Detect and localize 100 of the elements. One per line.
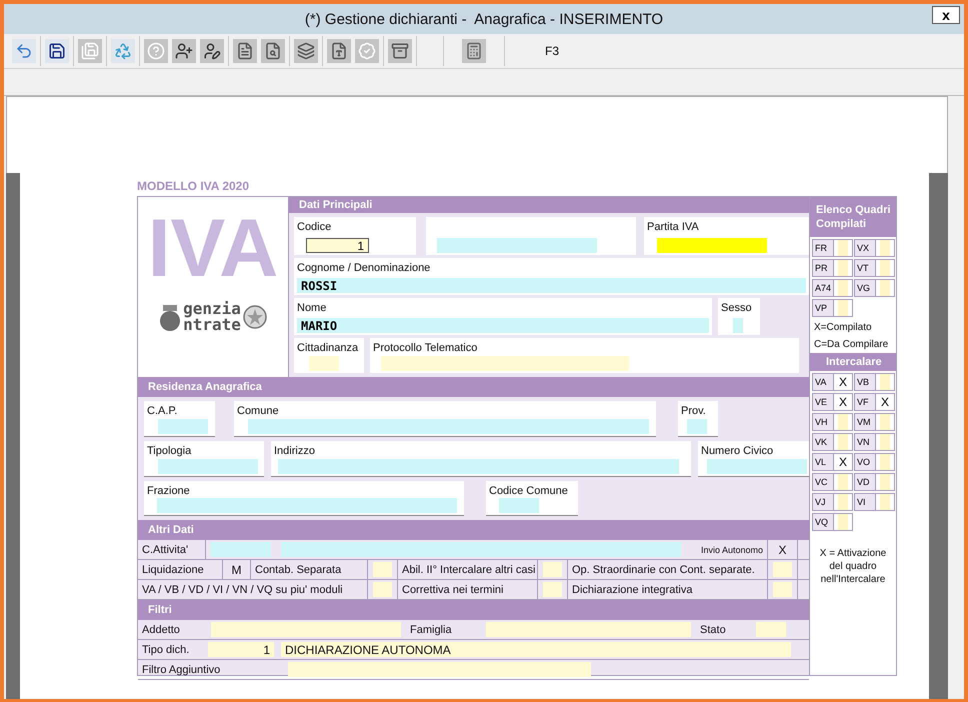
toolbar-button[interactable] <box>233 39 257 63</box>
legend-text: X=Compilato <box>813 321 873 335</box>
quadro-code: VI <box>855 494 876 510</box>
calculator-icon <box>465 42 483 60</box>
row-label: Contab. Separata <box>255 564 342 576</box>
quadro-code: VK <box>813 434 834 450</box>
field-label: Codice <box>297 220 332 234</box>
quadro-code: VL <box>813 454 834 470</box>
input-field[interactable] <box>773 562 792 577</box>
toolbar-button[interactable] <box>388 39 412 63</box>
row-label: Invio Autonomo <box>700 544 763 554</box>
field-label: Nome <box>297 301 328 315</box>
input-field[interactable] <box>773 582 792 597</box>
section-header: Residenza Anagrafica <box>138 377 809 397</box>
toolbar-button[interactable] <box>172 39 196 63</box>
input-field[interactable] <box>281 542 681 557</box>
input-field[interactable] <box>373 582 392 597</box>
input-field[interactable] <box>373 562 392 577</box>
input-field[interactable] <box>157 498 457 513</box>
quadro-code: FR <box>813 240 834 256</box>
quadro-code: VF <box>855 394 876 410</box>
input-field[interactable] <box>687 419 707 434</box>
toolbar-button[interactable] <box>261 39 285 63</box>
document-icon <box>236 42 254 60</box>
input-field[interactable]: 1 <box>306 238 369 253</box>
emblem-icon <box>159 302 182 332</box>
quadro-code: VE <box>813 394 834 410</box>
field-label: Sesso <box>721 301 753 315</box>
field-label: Cittadinanza <box>297 341 360 355</box>
quadro-code: VH <box>813 414 834 430</box>
row-label: Stato <box>700 624 726 636</box>
input-field[interactable] <box>288 662 591 677</box>
layers-icon <box>297 42 315 60</box>
save-icon <box>48 42 66 60</box>
input-field[interactable]: 1 <box>208 642 274 657</box>
row-label: C.Attivita' <box>142 544 188 556</box>
logo-text: ntrate <box>183 317 241 333</box>
section-header: Altri Dati <box>138 520 809 540</box>
row-label: VA / VB / VD / VI / VN / VQ su piu' moduli <box>142 584 343 596</box>
person-edit-icon <box>203 42 221 60</box>
legend-text: C=Da Compilare <box>813 338 890 352</box>
input-field[interactable]: M <box>225 562 248 577</box>
quadro-code: VC <box>813 474 834 490</box>
quadro-code: VG <box>855 280 876 296</box>
row-label: Op. Straordinarie con Cont. separate. <box>572 564 755 576</box>
input-field[interactable] <box>211 542 271 557</box>
input-field[interactable] <box>543 582 562 597</box>
input-field[interactable] <box>733 318 743 333</box>
quadro-code: PR <box>813 260 834 276</box>
input-field[interactable] <box>657 238 767 253</box>
quadro-code: A74 <box>813 280 834 296</box>
field-label: C.A.P. <box>147 404 178 418</box>
input-field[interactable] <box>486 622 691 637</box>
input-field[interactable] <box>248 419 649 434</box>
input-field[interactable]: MARIO <box>297 318 709 333</box>
input-field[interactable] <box>756 622 786 637</box>
toolbar-button[interactable] <box>45 39 69 63</box>
input-field[interactable] <box>309 356 339 371</box>
input-field[interactable] <box>437 238 597 253</box>
close-button[interactable]: x <box>932 6 960 24</box>
row-label: Famiglia <box>410 624 452 636</box>
quadro-code: VJ <box>813 494 834 510</box>
toolbar-button[interactable] <box>294 39 318 63</box>
field-label: Indirizzo <box>274 444 316 458</box>
input-field[interactable] <box>158 459 258 474</box>
recycle-bin-icon <box>114 42 132 60</box>
person-add-icon <box>175 42 193 60</box>
window-title: (*) Gestione dichiaranti - Anagrafica - INSERIMENTO <box>304 10 664 28</box>
input-field[interactable] <box>211 622 401 637</box>
field-label: Partita IVA <box>647 220 700 234</box>
input-field[interactable] <box>278 459 679 474</box>
input-field[interactable]: DICHIARAZIONE AUTONOMA <box>281 642 791 657</box>
input-field[interactable] <box>381 356 629 371</box>
input-field[interactable] <box>707 459 807 474</box>
row-label: Dichiarazione integrativa <box>572 584 692 596</box>
panel-header: Elenco Quadri Compilati <box>810 197 896 237</box>
input-field[interactable] <box>499 498 539 513</box>
toolbar-button[interactable] <box>327 39 351 63</box>
field-label: Codice Comune <box>489 484 569 498</box>
seal-icon <box>242 303 267 331</box>
quadro-code: VQ <box>813 514 834 530</box>
floppy-disk-icon <box>81 42 99 60</box>
row-label: Filtro Aggiuntivo <box>142 664 220 676</box>
input-field[interactable]: ROSSI <box>297 278 806 293</box>
quadro-code: VO <box>855 454 876 470</box>
form-title: MODELLO IVA 2020 <box>137 179 250 195</box>
row-label: Addetto <box>142 624 180 636</box>
field-label: Protocollo Telematico <box>373 341 478 355</box>
quadro-code: VT <box>855 260 876 276</box>
quadro-code: VN <box>855 434 876 450</box>
input-field[interactable] <box>158 419 208 434</box>
logo-mark: IVA <box>148 202 278 296</box>
row-label: Liquidazione <box>142 564 204 576</box>
field-label: Comune <box>237 404 280 418</box>
help-icon <box>147 42 165 60</box>
row-label: Tipo dich. <box>142 644 190 656</box>
input-field[interactable]: X <box>770 542 795 557</box>
toolbar-button[interactable] <box>200 39 224 63</box>
quadro-code: VA <box>813 374 834 390</box>
input-field[interactable] <box>543 562 562 577</box>
